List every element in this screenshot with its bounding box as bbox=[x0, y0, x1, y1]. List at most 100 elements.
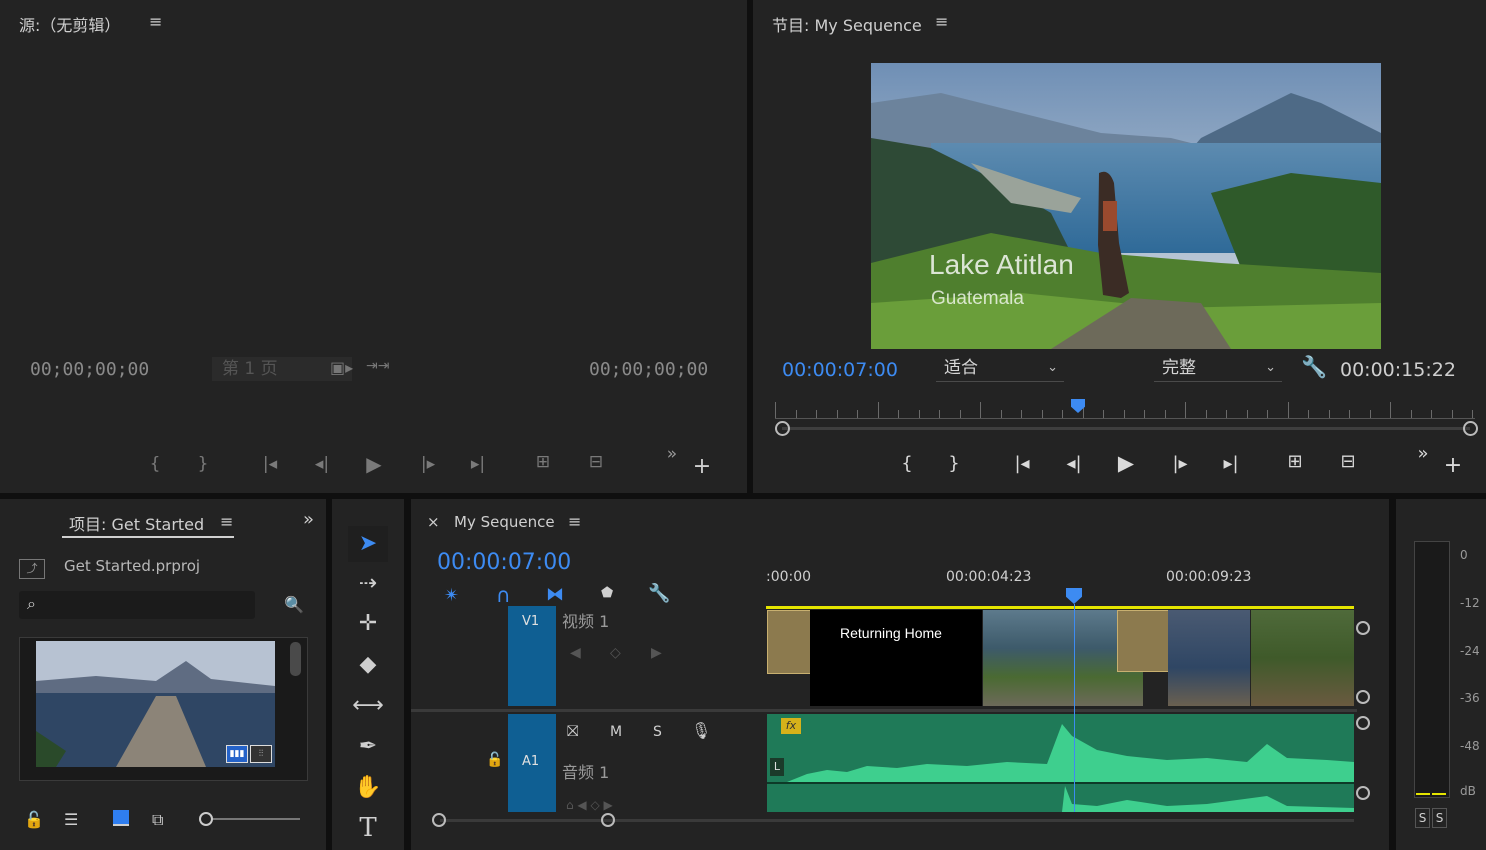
ripple-edit-tool-icon[interactable]: ✛ bbox=[348, 606, 388, 642]
step-forward-icon[interactable]: |▸ bbox=[414, 454, 442, 474]
source-panel-menu-icon[interactable]: ≡ bbox=[149, 12, 162, 31]
v1-add-keyframe-icon[interactable]: ◇ bbox=[610, 645, 621, 661]
slip-tool-icon[interactable]: ⟷ bbox=[348, 688, 388, 724]
v1-prev-keyframe-icon[interactable]: ◀ bbox=[570, 645, 581, 661]
timeline-menu-icon[interactable]: ≡ bbox=[568, 512, 581, 531]
zoom-slider[interactable] bbox=[200, 818, 300, 820]
mark-in-icon[interactable]: { bbox=[892, 453, 922, 474]
a1-lock-icon[interactable]: 🔓 bbox=[486, 752, 503, 768]
mark-in-icon[interactable]: { bbox=[141, 454, 169, 474]
timeline-h-scrollbar[interactable] bbox=[440, 819, 1354, 822]
overwrite-icon[interactable]: ⊟ bbox=[582, 452, 610, 472]
zoom-slider-handle[interactable] bbox=[199, 812, 213, 826]
mark-out-icon[interactable]: } bbox=[189, 454, 217, 474]
audio-clip[interactable]: fx L bbox=[767, 714, 1354, 812]
a1-track-target[interactable]: A1 bbox=[508, 714, 556, 812]
program-panel-menu-icon[interactable]: ≡ bbox=[935, 12, 948, 31]
play-icon[interactable]: ▶ bbox=[360, 452, 388, 476]
zoom-handle-right[interactable] bbox=[1463, 421, 1478, 436]
icon-view-icon[interactable] bbox=[113, 810, 129, 826]
selection-tool-icon[interactable]: ➤ bbox=[348, 526, 388, 562]
video-clip-transition-2[interactable] bbox=[1117, 610, 1169, 672]
quality-select[interactable]: 完整 ⌄ bbox=[1154, 356, 1282, 382]
timeline-current-time[interactable]: 00:00:07:00 bbox=[437, 550, 571, 575]
add-marker-icon[interactable]: ⬟ bbox=[601, 585, 613, 601]
a1-voiceover-mic-icon[interactable]: 🎙 bbox=[691, 721, 711, 740]
wrench-icon[interactable]: 🔧 bbox=[1301, 355, 1327, 380]
step-back-icon[interactable]: ◂| bbox=[308, 454, 336, 474]
program-panel-title[interactable]: 节目: My Sequence bbox=[772, 12, 922, 36]
add-button-icon[interactable]: + bbox=[1438, 453, 1468, 478]
go-to-out-icon[interactable]: ▸| bbox=[464, 454, 492, 474]
a1-mute-video-icon[interactable]: ⛝ bbox=[567, 722, 578, 740]
panel-overflow-icon[interactable]: » bbox=[303, 509, 314, 530]
freeform-view-icon[interactable]: ⧉ bbox=[152, 810, 163, 830]
lock-open-icon[interactable]: 🔓 bbox=[24, 810, 44, 829]
timeline-settings-wrench-icon[interactable]: 🔧 bbox=[648, 583, 670, 604]
go-to-out-icon[interactable]: ▸| bbox=[1216, 453, 1246, 474]
hand-tool-icon[interactable]: ✋ bbox=[348, 770, 388, 806]
timeline-close-icon[interactable]: × bbox=[427, 513, 440, 531]
solo-left-button[interactable]: S bbox=[1415, 808, 1430, 828]
linked-selection-icon[interactable]: ⧓ bbox=[546, 584, 564, 605]
fit-select[interactable]: 适合 ⌄ bbox=[936, 356, 1064, 382]
a1-solo-button[interactable]: S bbox=[653, 724, 662, 740]
insert-icon[interactable]: ⊞ bbox=[529, 452, 557, 472]
type-tool-icon[interactable]: T bbox=[348, 810, 388, 846]
timeline-ruler-label-1: 00:00:04:23 bbox=[946, 569, 1032, 585]
extract-icon[interactable]: ⊟ bbox=[1333, 451, 1363, 472]
more-controls-icon[interactable]: » bbox=[1408, 443, 1438, 464]
project-search-input[interactable] bbox=[49, 595, 251, 615]
track-select-tool-icon[interactable]: ⇢ bbox=[348, 566, 388, 602]
mark-out-icon[interactable]: } bbox=[939, 453, 969, 474]
pen-tool-icon[interactable]: ✒ bbox=[348, 729, 388, 765]
program-time-ruler[interactable] bbox=[775, 400, 1475, 420]
timeline-zoom-handle-left[interactable] bbox=[432, 813, 446, 827]
program-video-frame[interactable]: Lake Atitlan Guatemala bbox=[871, 63, 1381, 349]
project-panel-menu-icon[interactable]: ≡ bbox=[220, 512, 233, 531]
more-controls-icon[interactable]: » bbox=[658, 444, 686, 464]
step-back-icon[interactable]: ◂| bbox=[1059, 453, 1089, 474]
v-scroll-handle-2[interactable] bbox=[1356, 690, 1370, 704]
timeline-tab-label[interactable]: My Sequence bbox=[454, 513, 555, 531]
timeline-zoom-handle-right[interactable] bbox=[601, 813, 615, 827]
find-bin-icon[interactable]: 🔍 bbox=[284, 595, 304, 614]
play-icon[interactable]: ▶ bbox=[1111, 451, 1141, 475]
source-timecode-left[interactable]: 00;00;00;00 bbox=[30, 359, 149, 380]
v-scroll-handle-1[interactable] bbox=[1356, 621, 1370, 635]
zoom-handle-left[interactable] bbox=[775, 421, 790, 436]
add-button-icon[interactable]: + bbox=[688, 454, 716, 479]
video-clip-pier[interactable] bbox=[1168, 610, 1250, 706]
lift-icon[interactable]: ⊞ bbox=[1280, 451, 1310, 472]
v-scroll-handle-4[interactable] bbox=[1356, 786, 1370, 800]
go-to-in-icon[interactable]: |◂ bbox=[256, 454, 284, 474]
source-timecode-right[interactable]: 00;00;00;00 bbox=[589, 359, 708, 380]
a1-keyframe-icons[interactable]: ⌂ ◀ ◇ ▶ bbox=[566, 798, 613, 812]
v1-next-keyframe-icon[interactable]: ▶ bbox=[651, 645, 662, 661]
step-forward-icon[interactable]: |▸ bbox=[1165, 453, 1195, 474]
video-clip-person[interactable] bbox=[1251, 610, 1354, 706]
work-area-bar[interactable] bbox=[766, 606, 1354, 609]
source-panel-title[interactable]: 源:（无剪辑） bbox=[19, 12, 120, 36]
timeline-ruler-label-0: :00:00 bbox=[766, 569, 812, 585]
razor-tool-icon[interactable]: ◆ bbox=[348, 647, 388, 683]
nest-icon[interactable]: ✴ bbox=[444, 585, 459, 606]
thumbnail-scrollbar[interactable] bbox=[290, 642, 301, 676]
zoom-scrollbar[interactable] bbox=[782, 427, 1470, 430]
project-item-thumbnail[interactable]: ▮▮▮ ⫶⫶ bbox=[19, 637, 308, 781]
go-to-in-icon[interactable]: |◂ bbox=[1007, 453, 1037, 474]
v-scroll-handle-3[interactable] bbox=[1356, 716, 1370, 730]
a1-mute-button[interactable]: M bbox=[610, 724, 622, 740]
program-current-time[interactable]: 00:00:07:00 bbox=[782, 359, 898, 381]
v1-track-target[interactable]: V1 bbox=[508, 606, 556, 706]
video-clip-title[interactable]: Returning Home bbox=[810, 610, 982, 706]
folder-up-icon[interactable]: ⤴ bbox=[19, 559, 45, 579]
video-clip-transition-1[interactable] bbox=[767, 610, 812, 674]
list-view-icon[interactable]: ☰ bbox=[64, 810, 78, 829]
snap-magnet-icon[interactable]: ∩ bbox=[496, 583, 511, 607]
solo-right-button[interactable]: S bbox=[1432, 808, 1447, 828]
project-search-box[interactable]: ⌕ bbox=[19, 591, 255, 619]
project-tab-label[interactable]: 项目: Get Started bbox=[69, 511, 204, 535]
track-divider[interactable] bbox=[411, 709, 1357, 712]
ruler-tick bbox=[1390, 402, 1391, 418]
